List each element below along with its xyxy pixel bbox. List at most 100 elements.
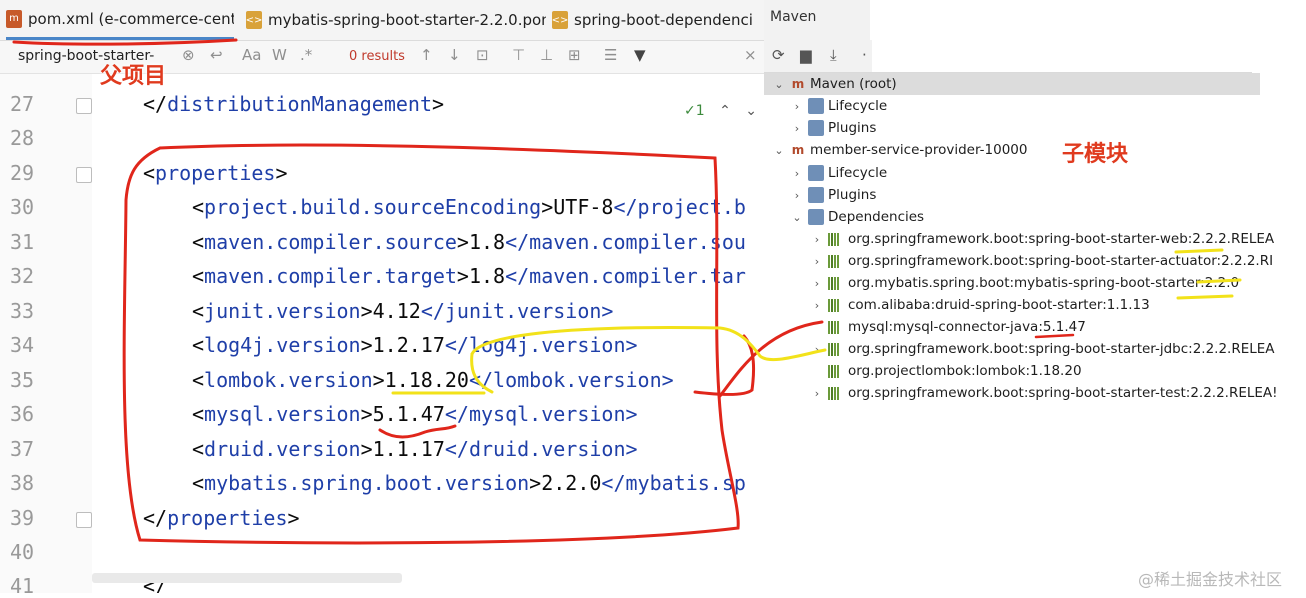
add-selection-icon[interactable]: ⊤ — [512, 46, 525, 64]
xml-tag-name: junit.version — [204, 299, 361, 323]
chevron-down-icon[interactable]: ⌄ — [772, 144, 786, 157]
chevron-right-icon[interactable]: › — [810, 277, 824, 290]
reload-icon[interactable]: ⟳ — [772, 46, 785, 64]
tag-bracket: > — [287, 506, 300, 530]
select-all-occurrences-icon[interactable]: ⊡ — [476, 46, 489, 64]
xml-value: 1.2.17 — [372, 333, 445, 357]
tree-node-dependency[interactable]: › org.springframework.boot:spring-boot-s… — [764, 338, 1298, 360]
tag-bracket: > — [432, 92, 445, 116]
tree-node-plugins[interactable]: › Plugins — [764, 184, 1278, 206]
tree-node-dependency[interactable]: › org.springframework.boot:spring-boot-s… — [764, 382, 1298, 404]
annotation-parent-project: 父项目 — [100, 64, 167, 89]
xml-value: 2.2.0 — [541, 471, 602, 495]
tree-node-member-service-provider[interactable]: ⌄ m member-service-provider-10000 — [764, 139, 1260, 161]
code-line: <junit.version>4.12</junit.version> — [192, 299, 613, 323]
remove-selection-icon[interactable]: ⊥ — [540, 46, 553, 64]
tree-node-dependency[interactable]: › org.springframework.boot:spring-boot-s… — [764, 250, 1298, 272]
folder-icon — [808, 209, 824, 225]
line-number: 32 — [10, 264, 35, 288]
chevron-right-icon[interactable]: › — [790, 167, 804, 180]
tree-node-label: member-service-provider-10000 — [810, 142, 1028, 158]
tab-spring-boot-dependencies[interactable]: <> spring-boot-dependenci — [552, 0, 764, 40]
pom-file-icon: <> — [246, 11, 262, 29]
chevron-up-icon[interactable]: ⌃ — [719, 103, 731, 119]
new-line-icon[interactable]: ↩ — [210, 46, 223, 64]
tree-node-label: Dependencies — [828, 209, 925, 225]
tree-node-label: org.mybatis.spring.boot:mybatis-spring-b… — [848, 275, 1240, 291]
chevron-right-icon[interactable]: › — [810, 343, 824, 356]
tree-node-label: org.springframework.boot:spring-boot-sta… — [848, 231, 1275, 247]
select-all-icon[interactable]: ⊞ — [568, 46, 581, 64]
xml-value: 1.1.17 — [372, 437, 445, 461]
chevron-down-icon[interactable]: ⌄ — [772, 78, 786, 91]
chevron-right-icon[interactable]: › — [790, 122, 804, 135]
tree-node-dependencies[interactable]: ⌄ Dependencies — [764, 206, 1278, 228]
code-line: <maven.compiler.target>1.8</maven.compil… — [192, 264, 746, 288]
code-line: <mysql.version>5.1.47</mysql.version> — [192, 402, 638, 426]
line-number: 29 — [10, 161, 35, 185]
generate-sources-icon[interactable]: ▆ — [800, 46, 812, 64]
tab-label: mybatis-spring-boot-starter-2.2.0.pom — [268, 11, 546, 29]
tag-bracket: < — [192, 368, 205, 392]
chevron-down-icon[interactable]: ⌄ — [745, 103, 757, 119]
code-line: <properties> — [143, 161, 288, 185]
chevron-right-icon[interactable]: › — [790, 189, 804, 202]
fold-marker-icon[interactable] — [76, 167, 92, 183]
folder-icon — [808, 187, 824, 203]
fold-marker-icon[interactable] — [76, 512, 92, 528]
tree-node-lifecycle[interactable]: › Lifecycle — [764, 95, 1278, 117]
fold-marker-icon[interactable] — [76, 98, 92, 114]
download-icon[interactable]: ⤓ — [830, 46, 837, 64]
code-line: <log4j.version>1.2.17</log4j.version> — [192, 333, 638, 357]
tab-pom-xml[interactable]: m pom.xml (e-commerce-center) × — [6, 0, 234, 40]
tab-mybatis-pom[interactable]: <> mybatis-spring-boot-starter-2.2.0.pom… — [246, 0, 546, 40]
horizontal-scrollbar[interactable] — [92, 573, 402, 583]
more-icon[interactable]: · — [862, 46, 867, 64]
clear-search-icon[interactable]: ⊗ — [182, 46, 195, 64]
library-icon — [828, 386, 842, 400]
code-line: <maven.compiler.source>1.8</maven.compil… — [192, 230, 746, 254]
match-case-toggle[interactable]: Aa — [242, 46, 261, 64]
chevron-right-icon[interactable]: › — [810, 387, 824, 400]
library-icon — [828, 320, 842, 334]
tab-label: pom.xml (e-commerce-center) — [28, 9, 234, 28]
code-line: <mybatis.spring.boot.version>2.2.0</myba… — [192, 471, 746, 495]
regex-toggle[interactable]: .* — [300, 46, 312, 64]
chevron-right-icon[interactable]: › — [810, 255, 824, 268]
watermark: @稀土掘金技术社区 — [1138, 570, 1283, 589]
line-number: 37 — [10, 437, 35, 461]
filter-icon[interactable]: ▼ — [634, 46, 646, 64]
whole-words-toggle[interactable]: W — [272, 46, 287, 64]
chevron-right-icon[interactable]: › — [810, 299, 824, 312]
chevron-right-icon[interactable]: › — [810, 233, 824, 246]
tree-node-lifecycle[interactable]: › Lifecycle — [764, 162, 1278, 184]
chevron-right-icon[interactable]: › — [790, 100, 804, 113]
tree-node-dependency[interactable]: › com.alibaba:druid-spring-boot-starter:… — [764, 294, 1298, 316]
maven-tool-window: Maven ⟳ ▆ ⤓ · ⌄ m Maven (root) › Lifecyc… — [764, 0, 1306, 593]
tree-node-maven-root[interactable]: ⌄ m Maven (root) — [764, 73, 1260, 95]
library-icon — [828, 364, 842, 378]
chevron-down-icon[interactable]: ⌄ — [790, 211, 804, 224]
tree-node-dependency[interactable]: mysql:mysql-connector-java:5.1.47 — [764, 316, 1298, 338]
inspection-widget[interactable]: ✓1 ⌃ ⌄ — [684, 103, 757, 119]
xml-value: 5.1.47 — [372, 402, 445, 426]
tree-node-label: org.projectlombok:lombok:1.18.20 — [848, 363, 1082, 379]
tree-node-dependency[interactable]: › org.springframework.boot:spring-boot-s… — [764, 228, 1298, 250]
filter-options-icon[interactable]: ☰ — [604, 46, 617, 64]
next-occurrence-icon[interactable]: ↓ — [448, 46, 461, 64]
xml-end-tag: </druid.version> — [444, 437, 638, 461]
xml-end-tag: </project.b — [613, 195, 746, 219]
xml-end-tag: </lombok.version> — [468, 368, 674, 392]
line-number: 31 — [10, 230, 35, 254]
previous-occurrence-icon[interactable]: ↑ — [420, 46, 433, 64]
close-find-icon[interactable]: × — [744, 46, 757, 64]
line-number: 34 — [10, 333, 35, 357]
code-area[interactable]: </distributionManagement> <properties> <… — [92, 74, 764, 593]
editor-tab-bar: m pom.xml (e-commerce-center) × <> mybat… — [0, 0, 764, 41]
tag-bracket: < — [192, 333, 205, 357]
tree-node-plugins[interactable]: › Plugins — [764, 117, 1278, 139]
tree-node-label: org.springframework.boot:spring-boot-sta… — [848, 253, 1274, 269]
tree-node-dependency[interactable]: › org.mybatis.spring.boot:mybatis-spring… — [764, 272, 1298, 294]
tree-node-dependency[interactable]: org.projectlombok:lombok:1.18.20 — [764, 360, 1298, 382]
tag-bracket: > — [360, 437, 373, 461]
